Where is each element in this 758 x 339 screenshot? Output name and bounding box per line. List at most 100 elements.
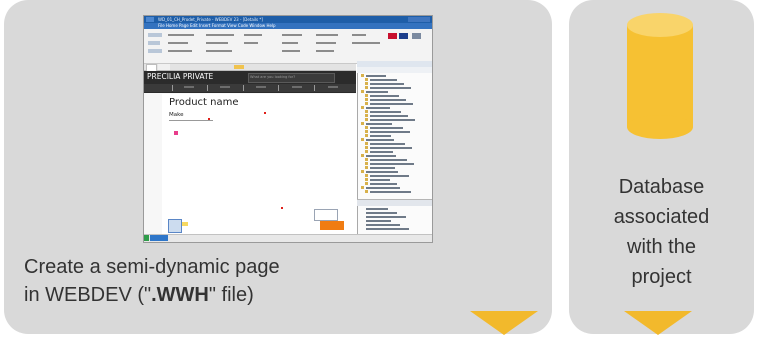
tree-node[interactable] — [370, 110, 401, 113]
tree-node[interactable] — [366, 90, 388, 93]
tree-node[interactable] — [370, 86, 411, 89]
ribbon-group — [148, 49, 162, 53]
ribbon-text — [168, 42, 188, 44]
tree-node[interactable] — [366, 212, 397, 214]
ribbon-text — [206, 50, 232, 52]
tree-node[interactable] — [370, 166, 395, 169]
tree-node[interactable] — [370, 102, 413, 105]
tree-node-icon — [365, 174, 368, 177]
tree-node-icon — [365, 82, 368, 85]
webdev-editor-screenshot: WD_01_CH_Prodet_Private - WEBDEV 23 - [D… — [143, 15, 433, 243]
tab-details[interactable] — [158, 64, 170, 70]
editor-statusbar — [144, 234, 432, 242]
tree-node[interactable] — [370, 182, 397, 185]
document-tabs — [144, 64, 356, 71]
triangle-down-icon — [624, 311, 692, 335]
panel-splitter[interactable] — [357, 199, 432, 206]
tree-node[interactable] — [370, 82, 404, 85]
make-field[interactable] — [169, 120, 213, 121]
nav-separator — [207, 85, 208, 91]
tree-node-icon — [365, 118, 368, 121]
tree-node-icon — [365, 134, 368, 137]
tree-node[interactable] — [370, 118, 415, 121]
tree-node[interactable] — [370, 94, 399, 97]
tree-node[interactable] — [366, 220, 391, 222]
product-name-label: Product name — [169, 97, 239, 108]
tree-node[interactable] — [370, 126, 403, 129]
tree-node[interactable] — [366, 224, 400, 226]
make-label: Make — [169, 112, 184, 118]
tree-node[interactable] — [370, 130, 410, 133]
ribbon-text — [316, 34, 338, 36]
tree-node[interactable] — [366, 208, 388, 210]
status-button[interactable] — [150, 235, 168, 241]
caption-line: Database — [618, 176, 705, 198]
page-navbar — [144, 84, 356, 92]
selection-handle[interactable] — [182, 222, 188, 226]
tree-node[interactable] — [370, 158, 407, 161]
ribbon-text — [352, 34, 366, 36]
editor-tooltip — [314, 209, 338, 221]
quick-access-icon — [146, 17, 154, 22]
tree-node-icon — [365, 130, 368, 133]
tree-node[interactable] — [366, 154, 396, 157]
tree-node-icon — [365, 150, 368, 153]
tree-node[interactable] — [370, 178, 390, 181]
status-icon — [144, 235, 149, 241]
editor-title: WD_01_CH_Prodet_Private - WEBDEV 23 - [D… — [158, 17, 263, 22]
anchor-marker — [264, 112, 266, 114]
tree-node-icon — [365, 78, 368, 81]
tree-node[interactable] — [366, 74, 386, 77]
tree-node[interactable] — [370, 98, 406, 101]
caption-line: project — [631, 266, 692, 288]
project-explorer-toolbar — [357, 67, 432, 73]
file-extension: .WWH — [151, 284, 209, 306]
tree-node[interactable] — [370, 146, 412, 149]
tree-node[interactable] — [370, 150, 393, 153]
tree-node[interactable] — [366, 170, 398, 173]
tree-node[interactable] — [370, 190, 411, 193]
tree-node[interactable] — [370, 114, 408, 117]
nav-separator — [243, 85, 244, 91]
tree-node[interactable] — [366, 106, 390, 109]
nav-item[interactable] — [220, 86, 230, 88]
tree-node[interactable] — [366, 186, 400, 189]
tree-node[interactable] — [370, 134, 391, 137]
nav-item[interactable] — [292, 86, 302, 88]
tree-node[interactable] — [366, 216, 406, 218]
caption-pre: in WEBDEV (" — [24, 284, 152, 306]
tree-node-icon — [361, 170, 364, 173]
nav-item[interactable] — [328, 86, 338, 88]
ribbon-text — [244, 42, 258, 44]
tree-node[interactable] — [366, 138, 394, 141]
tree-node[interactable] — [370, 78, 397, 81]
tab-indicator — [234, 65, 244, 69]
ribbon-text — [352, 42, 380, 44]
tree-node[interactable] — [366, 122, 392, 125]
caption-post: " file) — [208, 284, 254, 306]
tree-node-icon — [365, 166, 368, 169]
tree-node-icon — [365, 94, 368, 97]
tree-node[interactable] — [370, 174, 409, 177]
nav-item[interactable] — [256, 86, 266, 88]
nav-item[interactable] — [184, 86, 194, 88]
brand-title: PRECILIA PRIVATE — [147, 72, 214, 81]
nav-separator — [314, 85, 315, 91]
tree-node[interactable] — [366, 228, 409, 230]
tree-node[interactable] — [370, 142, 405, 145]
tree-node[interactable] — [370, 162, 414, 165]
orange-button[interactable] — [320, 221, 344, 230]
flag-icon — [388, 33, 397, 39]
tree-node-icon — [365, 190, 368, 193]
tree-node-icon — [361, 138, 364, 141]
right-caption: Database associated with the project — [569, 172, 754, 292]
selected-control[interactable] — [168, 219, 182, 233]
tree-node-icon — [365, 114, 368, 117]
tab-page[interactable] — [146, 64, 157, 71]
ribbon-group — [148, 41, 160, 45]
ribbon-text — [282, 34, 302, 36]
window-buttons-icon — [408, 17, 430, 22]
ribbon-text — [206, 42, 228, 44]
image-placeholder — [174, 131, 178, 135]
tree-node-icon — [365, 142, 368, 145]
